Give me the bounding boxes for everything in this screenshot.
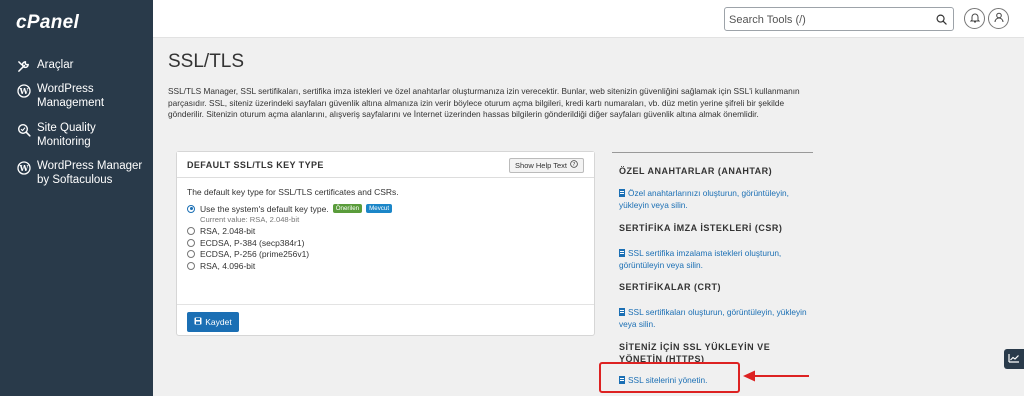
wrench-icon [16,59,31,74]
panel-divider [177,304,594,305]
wordpress-icon: W [16,83,31,98]
annotation-highlight-box [599,362,740,393]
svg-text:W: W [18,86,29,96]
panel-body: The default key type for SSL/TLS certifi… [177,178,594,272]
question-circle-icon: ? [570,159,578,172]
save-button-label: Kaydet [205,317,232,327]
radio-selected[interactable] [187,204,195,213]
right-column-divider [612,152,813,153]
current-value-text: Current value: RSA, 2.048-bit [200,214,300,224]
radio-unselected[interactable] [187,238,195,247]
intro-text: SSL/TLS Manager, SSL sertifikaları, sert… [168,86,800,119]
option-label: ECDSA, P-384 (secp384r1) [200,237,305,248]
sidebar-item-araclar[interactable]: Araçlar [0,58,153,74]
user-icon [994,10,1004,28]
annotation-arrow-icon [743,370,809,382]
panel-header: DEFAULT SSL/TLS KEY TYPE Show Help Text … [177,152,594,178]
document-icon [619,308,625,316]
option-label: RSA, 4.096-bit [200,260,256,271]
option-label: Use the system's default key type. [200,203,329,214]
wordpress-icon: W [16,160,31,175]
panel-title: DEFAULT SSL/TLS KEY TYPE [187,160,324,170]
document-icon [619,249,625,257]
recommended-badge: Önerilen [332,204,363,214]
link-certificates[interactable]: SSL sertifikaları oluşturun, görüntüleyi… [619,306,819,330]
save-button[interactable]: Kaydet [187,312,239,332]
sidebar-item-label: WordPress Manager by Softaculous [37,160,143,186]
link-csr[interactable]: SSL sertifika imzalama istekleri oluştur… [619,247,819,271]
sidebar-item-label: Site Quality Monitoring [37,122,96,148]
default-key-type-panel: DEFAULT SSL/TLS KEY TYPE Show Help Text … [176,151,595,336]
svg-text:W: W [18,163,29,173]
sidebar-item-wordpress-manager[interactable]: W WordPress Manager by Softaculous [0,159,153,187]
radio-unselected[interactable] [187,250,195,259]
section-heading-certificates: SERTİFİKALAR (CRT) [619,282,721,292]
key-type-description: The default key type for SSL/TLS certifi… [187,187,399,197]
link-text: SSL sertifikaları oluşturun, görüntüleyi… [619,307,807,329]
current-badge: Mevcut [366,204,393,214]
key-type-option-ecdsa-p384[interactable]: ECDSA, P-384 (secp384r1) [187,237,584,249]
link-text: SSL sertifika imzalama istekleri oluştur… [619,248,782,270]
document-icon [619,189,625,197]
search-box [724,7,954,31]
radio-unselected[interactable] [187,227,195,236]
key-type-option-ecdsa-p256[interactable]: ECDSA, P-256 (prime256v1) [187,249,584,261]
sidebar: cPanel Araçlar W WordPress Management Si… [0,0,153,396]
section-heading-private-keys: ÖZEL ANAHTARLAR (ANAHTAR) [619,166,773,176]
link-private-keys[interactable]: Özel anahtarlarınızı oluşturun, görüntül… [619,187,819,211]
sidebar-item-label: WordPress Management [37,83,105,109]
key-type-option-rsa-4096[interactable]: RSA, 4.096-bit [187,260,584,272]
section-heading-csr: SERTİFİKA İMZA İSTEKLERİ (CSR) [619,223,783,233]
bell-icon [969,10,980,28]
option-label: ECDSA, P-256 (prime256v1) [200,249,310,260]
show-help-text-button[interactable]: Show Help Text ? [509,158,584,173]
stats-toggle-button[interactable] [1004,349,1024,369]
floppy-disk-icon [194,317,202,327]
svg-text:?: ? [573,162,576,168]
magnifier-icon [16,122,31,137]
cpanel-logo[interactable]: cPanel [16,12,79,34]
page-title: SSL/TLS [168,51,245,72]
search-input[interactable] [729,11,929,28]
user-menu-button[interactable] [988,8,1009,29]
radio-unselected[interactable] [187,261,195,270]
sidebar-item-site-quality-monitoring[interactable]: Site Quality Monitoring [0,121,153,149]
link-text: Özel anahtarlarınızı oluşturun, görüntül… [619,188,789,210]
key-type-option-system-default[interactable]: Use the system's default key type. Öneri… [187,203,584,215]
chart-icon [1008,350,1020,368]
notifications-button[interactable] [964,8,985,29]
top-header [153,0,1024,38]
search-icon[interactable] [935,13,948,26]
key-type-option-rsa-2048[interactable]: RSA, 2.048-bit [187,226,584,238]
help-button-label: Show Help Text [515,161,567,170]
sidebar-item-label: Araçlar [37,59,74,71]
sidebar-item-wordpress-management[interactable]: W WordPress Management [0,82,153,110]
option-label: RSA, 2.048-bit [200,226,256,237]
